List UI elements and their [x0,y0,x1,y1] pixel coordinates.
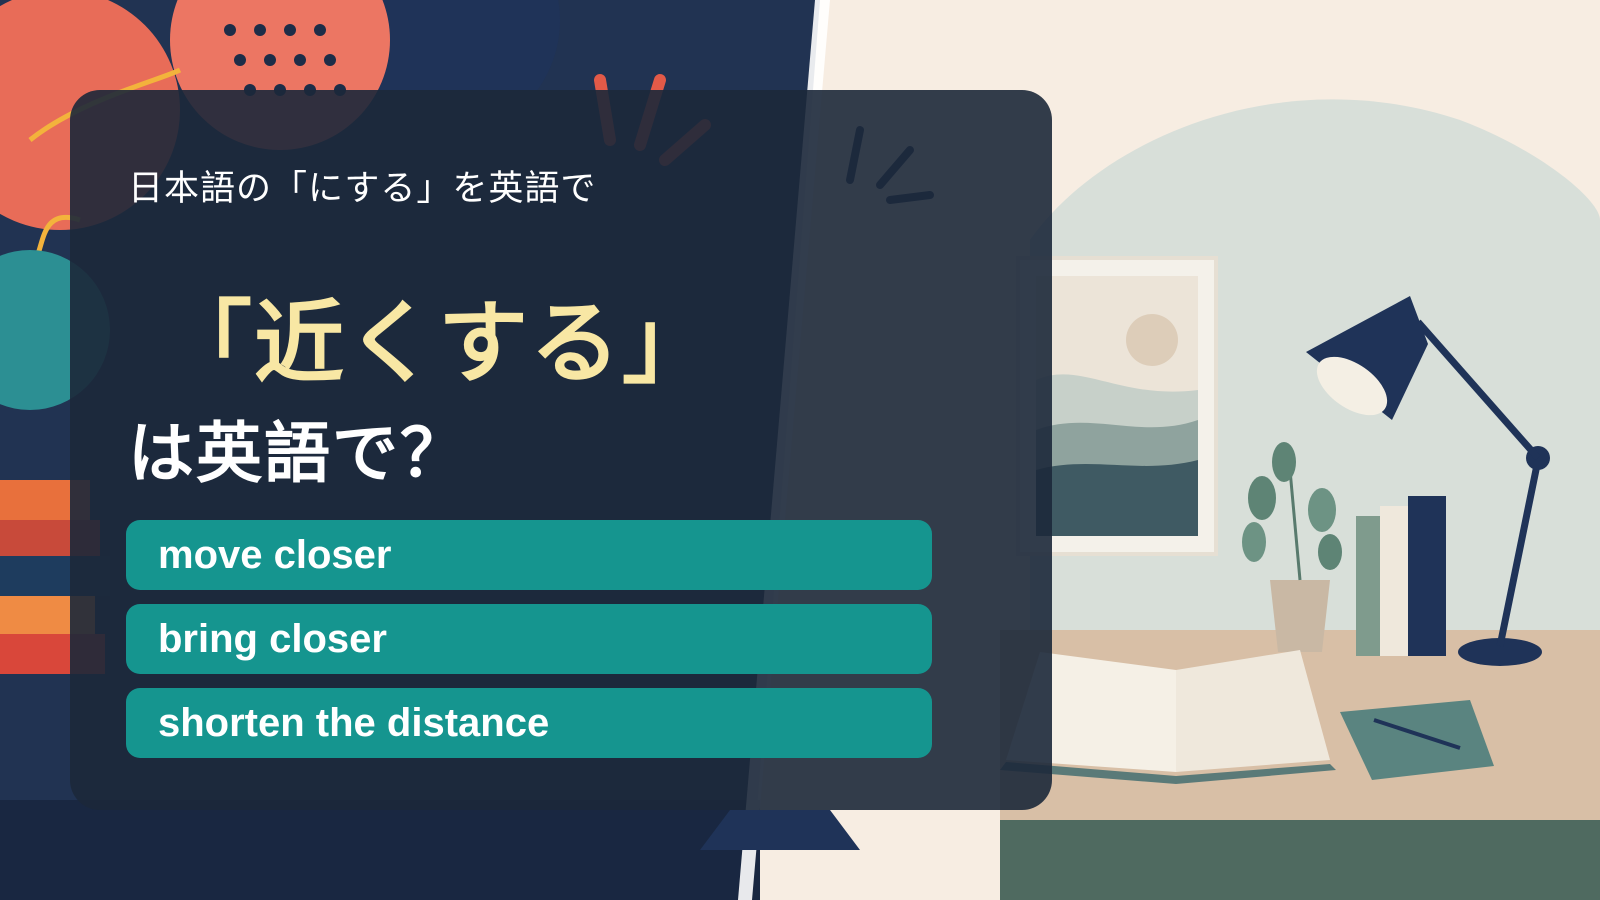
answer-label: move closer [158,532,392,577]
answer-label: bring closer [158,616,387,661]
answer-list: move closer bring closer shorten the dis… [126,520,932,772]
answer-item[interactable]: move closer [126,520,932,590]
answer-item[interactable]: shorten the distance [126,688,932,758]
card-question: は英語で？ [128,415,468,492]
card-subtitle: 日本語の「にする」を英語で [128,169,597,209]
answer-label: shorten the distance [158,700,550,745]
question-card: 日本語の「にする」を英語で 「近くする」 は英語で？ move closer b… [70,90,1052,810]
card-headline: 「近くする」 [162,291,714,396]
answer-item[interactable]: bring closer [126,604,932,674]
